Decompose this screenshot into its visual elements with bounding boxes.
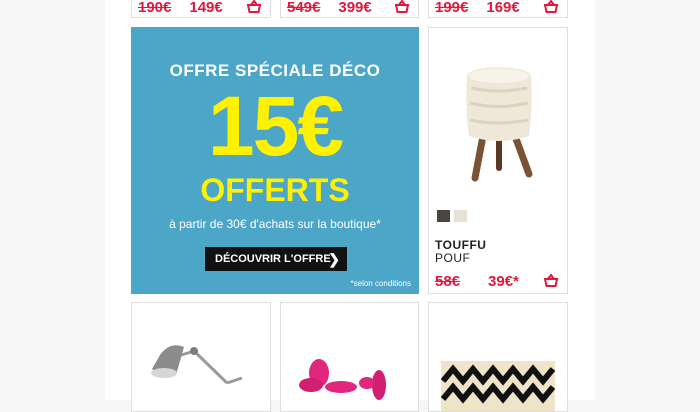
banner-title: OFFRE SPÉCIALE DÉCO	[169, 61, 381, 80]
product-image[interactable]	[429, 28, 567, 233]
discover-offer-button[interactable]: DÉCOUVRIR L'OFFRE ❯	[205, 247, 347, 271]
product-card-top-2[interactable]: 549€ 399€	[280, 0, 419, 18]
banner-conditions: *selon conditions	[350, 279, 411, 288]
chevron-right-icon: ❯	[328, 251, 340, 267]
product-card-top-3[interactable]: 199€ 169€	[428, 0, 568, 18]
product-type: POUF	[435, 251, 471, 265]
shopping-basket-icon[interactable]	[394, 0, 410, 15]
new-price: 149€	[189, 0, 223, 16]
product-card-lamp[interactable]	[131, 302, 271, 412]
new-price: 399€	[338, 0, 372, 16]
product-card-top-1[interactable]: 190€ 149€	[131, 0, 271, 18]
lamp-image	[151, 345, 243, 385]
color-swatch-dark[interactable]	[437, 210, 450, 222]
product-card-balloon-dog[interactable]	[280, 302, 419, 412]
chevron-rug-image	[440, 361, 556, 411]
product-card-chevron-rug[interactable]	[428, 302, 568, 412]
new-price: 39€*	[488, 272, 519, 290]
old-price: 190€	[138, 0, 172, 16]
banner-subtitle: à partir de 30€ d'achats sur la boutique…	[169, 217, 381, 231]
color-swatch-cream[interactable]	[454, 210, 467, 222]
banner-offer: OFFERTS	[200, 172, 350, 208]
balloon-dog-image	[299, 359, 386, 400]
old-price: 58€	[435, 272, 461, 290]
shopping-basket-icon[interactable]	[543, 273, 559, 289]
discover-offer-label: DÉCOUVRIR L'OFFRE	[215, 253, 331, 265]
promo-banner[interactable]: OFFRE SPÉCIALE DÉCO 15€ OFFERTS à partir…	[131, 27, 419, 294]
shopping-basket-icon[interactable]	[246, 0, 262, 15]
old-price: 549€	[287, 0, 321, 16]
old-price: 199€	[435, 0, 469, 16]
shopping-basket-icon[interactable]	[543, 0, 559, 15]
product-card-touffu[interactable]: TOUFFU POUF 58€ 39€*	[428, 27, 568, 294]
banner-amount: 15€	[207, 79, 344, 173]
new-price: 169€	[486, 0, 520, 16]
